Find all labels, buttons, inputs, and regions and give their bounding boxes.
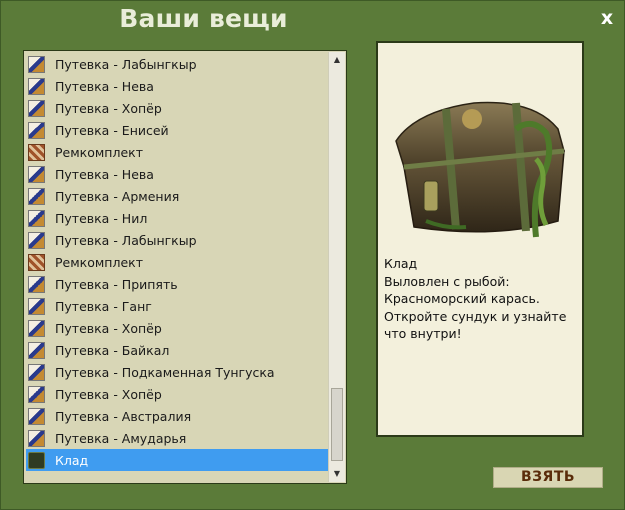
list-item-label: Путевка - Нева	[55, 78, 154, 94]
repair-kit-icon	[28, 253, 45, 271]
ticket-icon	[28, 165, 45, 183]
list-item-label: Путевка - Хопёр	[55, 386, 162, 402]
scroll-down-button[interactable]: ▼	[329, 466, 345, 482]
list-item[interactable]: Путевка - Австралия	[26, 405, 329, 427]
repair-kit-icon	[28, 143, 45, 161]
list-item-label: Путевка - Австралия	[55, 408, 192, 424]
treasure-chest-icon	[28, 451, 45, 469]
list-item-label: Путевка - Нева	[55, 166, 154, 182]
ticket-icon	[28, 407, 45, 425]
list-item-label: Путевка - Енисей	[55, 122, 169, 138]
list-item-label: Клад	[55, 452, 89, 468]
list-item-label: Путевка - Армения	[55, 188, 180, 204]
list-item[interactable]: Путевка - Нева	[26, 75, 329, 97]
close-button[interactable]: x	[597, 8, 617, 28]
ticket-icon	[28, 231, 45, 249]
list-item-label: Путевка - Хопёр	[55, 320, 162, 336]
ticket-icon	[28, 319, 45, 337]
item-description-line: Красноморский карась.	[384, 291, 540, 306]
list-item-label: Путевка - Хопёр	[55, 100, 162, 116]
list-item[interactable]: Путевка - Хопёр	[26, 97, 329, 119]
list-item-label: Путевка - Подкаменная Тунгуска	[55, 364, 275, 380]
list-item-label: Путевка - Лабынгкыр	[55, 232, 197, 248]
item-preview-panel: Клад Выловлен с рыбой: Красноморский кар…	[376, 41, 584, 437]
list-item[interactable]: Ремкомплект	[26, 141, 329, 163]
list-item-label: Путевка - Нил	[55, 210, 148, 226]
list-item[interactable]: Путевка - Подкаменная Тунгуска	[26, 361, 329, 383]
ticket-icon	[28, 363, 45, 381]
list-item-label: Путевка - Байкал	[55, 342, 170, 358]
scroll-up-button[interactable]: ▲	[329, 52, 345, 68]
list-item[interactable]: Путевка - Байкал	[26, 339, 329, 361]
ticket-icon	[28, 121, 45, 139]
item-name: Клад	[384, 256, 418, 271]
item-description-line: Откройте сундук и узнайте что внутри!	[384, 308, 567, 342]
list-item-label: Путевка - Ганг	[55, 298, 152, 314]
scrollbar[interactable]: ▲ ▼	[328, 52, 345, 482]
list-item[interactable]: Путевка - Лабынгкыр	[26, 229, 329, 251]
list-item[interactable]: Путевка - Нил	[26, 207, 329, 229]
list-item[interactable]: Путевка - Хопёр	[26, 383, 329, 405]
list-item[interactable]: Путевка - Лабынгкыр	[26, 53, 329, 75]
list-item[interactable]: Путевка - Ганг	[26, 295, 329, 317]
list-item[interactable]: Путевка - Хопёр	[26, 317, 329, 339]
list-item[interactable]: Путевка - Припять	[26, 273, 329, 295]
list-item-label: Путевка - Припять	[55, 276, 178, 292]
item-description-line: Выловлен с рыбой:	[384, 273, 510, 289]
list-item-label: Путевка - Амударья	[55, 430, 187, 446]
scrollbar-thumb[interactable]	[331, 388, 343, 461]
take-button[interactable]: ВЗЯТЬ	[493, 467, 603, 488]
treasure-chest-image	[395, 101, 565, 238]
list-item[interactable]: Путевка - Енисей	[26, 119, 329, 141]
list-item[interactable]: Путевка - Армения	[26, 185, 329, 207]
list-item-label: Путевка - Лабынгкыр	[55, 56, 197, 72]
ticket-icon	[28, 341, 45, 359]
ticket-icon	[28, 275, 45, 293]
window-title: Ваши вещи	[119, 4, 288, 33]
ticket-icon	[28, 297, 45, 315]
list-item[interactable]: Путевка - Амударья	[26, 427, 329, 449]
list-item-label: Ремкомплект	[55, 254, 143, 270]
ticket-icon	[28, 187, 45, 205]
ticket-icon	[28, 385, 45, 403]
item-list[interactable]: Путевка - Лабынгкыр Путевка - Нева Путевка…	[23, 50, 347, 484]
ticket-icon	[28, 209, 45, 227]
list-item[interactable]: Путевка - Нева	[26, 163, 329, 185]
ticket-icon	[28, 429, 45, 447]
list-item[interactable]: Клад	[26, 449, 329, 471]
ticket-icon	[28, 55, 45, 73]
ticket-icon	[28, 77, 45, 95]
item-list-content: Путевка - Лабынгкыр Путевка - Нева Путевка…	[26, 53, 329, 471]
list-item-label: Ремкомплект	[55, 144, 143, 160]
list-item[interactable]: Ремкомплект	[26, 251, 329, 273]
item-description: Клад Выловлен с рыбой: Красноморский кар…	[384, 255, 580, 343]
ticket-icon	[28, 99, 45, 117]
